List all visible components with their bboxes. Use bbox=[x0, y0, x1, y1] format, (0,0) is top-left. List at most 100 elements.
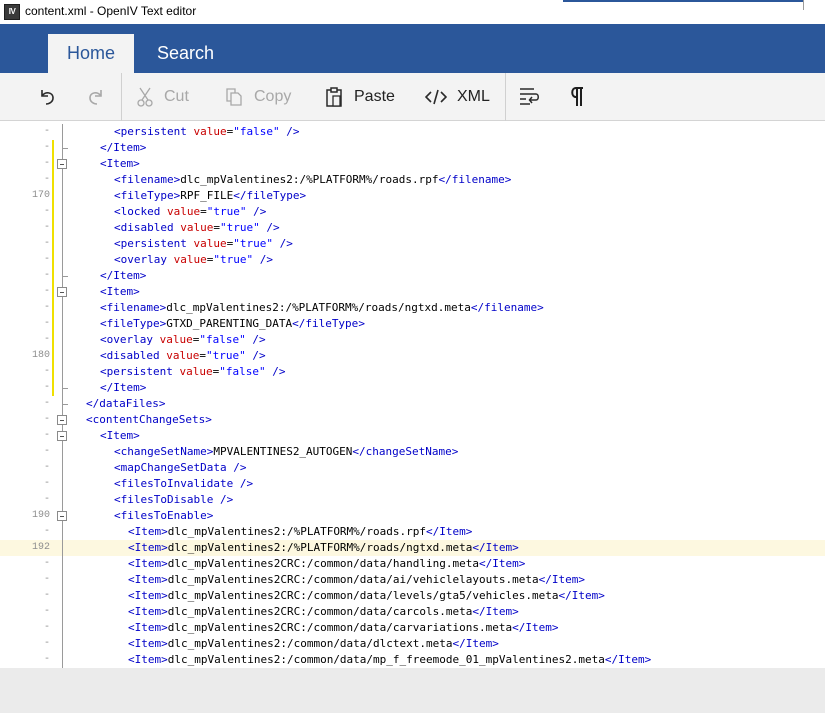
collapse-toggle[interactable] bbox=[57, 287, 67, 297]
editor-line[interactable]: - <changeSetName>MPVALENTINES2_AUTOGEN</c… bbox=[0, 444, 825, 460]
fold-guide-line bbox=[62, 172, 63, 188]
line-number: - bbox=[43, 478, 50, 489]
code-text: <filesToDisable /> bbox=[114, 493, 234, 506]
code-text: <filesToInvalidate /> bbox=[114, 477, 254, 490]
editor-line[interactable]: 190 <filesToEnable> bbox=[0, 508, 825, 524]
code-text: <persistent value="false" /> bbox=[100, 365, 286, 378]
cut-button[interactable]: Cut bbox=[136, 73, 189, 121]
show-formatting-button[interactable] bbox=[569, 73, 585, 121]
fold-guide-line bbox=[62, 316, 63, 332]
line-number: 170 bbox=[31, 190, 50, 201]
editor-line[interactable]: - <contentChangeSets> bbox=[0, 412, 825, 428]
line-number: - bbox=[43, 238, 50, 249]
fold-guide-line bbox=[62, 188, 63, 204]
editor-line[interactable]: - <Item>dlc_mpValentines2:/common/data/dl… bbox=[0, 636, 825, 652]
change-marker bbox=[52, 204, 54, 220]
line-number: - bbox=[43, 526, 50, 537]
editor-line[interactable]: - <Item>dlc_mpValentines2:/common/data/mp… bbox=[0, 652, 825, 668]
collapse-toggle[interactable] bbox=[57, 415, 67, 425]
change-marker bbox=[52, 156, 54, 172]
editor-line[interactable]: - <overlay value="false" /> bbox=[0, 332, 825, 348]
editor-line[interactable]: - <filename>dlc_mpValentines2:/%PLATFORM%… bbox=[0, 300, 825, 316]
editor-line[interactable]: - <Item>dlc_mpValentines2CRC:/common/data… bbox=[0, 620, 825, 636]
pilcrow-icon bbox=[569, 86, 585, 108]
status-bar bbox=[0, 668, 825, 713]
fold-guide-line bbox=[62, 588, 63, 604]
line-number: - bbox=[43, 142, 50, 153]
collapse-toggle[interactable] bbox=[57, 511, 67, 521]
line-number: - bbox=[43, 318, 50, 329]
editor-line[interactable]: - <filename>dlc_mpValentines2:/%PLATFORM%… bbox=[0, 172, 825, 188]
fold-guide-line bbox=[62, 444, 63, 460]
editor-line[interactable]: 170 <fileType>RPF_FILE</fileType> bbox=[0, 188, 825, 204]
editor-line[interactable]: - <persistent value="false" /> bbox=[0, 364, 825, 380]
editor-line[interactable]: - <disabled value="true" /> bbox=[0, 220, 825, 236]
code-text: <Item> bbox=[100, 285, 140, 298]
code-text: <persistent value="true" /> bbox=[114, 237, 293, 250]
editor-line[interactable]: 180 <disabled value="true" /> bbox=[0, 348, 825, 364]
code-text: <Item> bbox=[100, 429, 140, 442]
code-text: <changeSetName>MPVALENTINES2_AUTOGEN</ch… bbox=[114, 445, 459, 458]
code-text: <Item>dlc_mpValentines2:/%PLATFORM%/road… bbox=[128, 541, 519, 554]
xml-editor[interactable]: - <persistent value="false" /> - </Item> - <I… bbox=[0, 122, 825, 668]
fold-guide-line bbox=[62, 636, 63, 652]
openiv-app-icon: IV bbox=[4, 4, 20, 20]
editor-line[interactable]: - <Item>dlc_mpValentines2CRC:/common/data… bbox=[0, 588, 825, 604]
fold-guide-line bbox=[62, 524, 63, 540]
line-number: - bbox=[43, 222, 50, 233]
line-number: - bbox=[43, 622, 50, 633]
toolbar-separator bbox=[121, 73, 122, 121]
line-number: - bbox=[43, 494, 50, 505]
collapse-toggle[interactable] bbox=[57, 431, 67, 441]
redo-button[interactable] bbox=[86, 73, 106, 121]
fold-guide-line bbox=[62, 204, 63, 220]
editor-line[interactable]: - <mapChangeSetData /> bbox=[0, 460, 825, 476]
editor-line[interactable]: - <filesToInvalidate /> bbox=[0, 476, 825, 492]
line-number: - bbox=[43, 334, 50, 345]
change-marker bbox=[52, 236, 54, 252]
titlebar-accent-strip bbox=[563, 0, 803, 2]
code-text: <locked value="true" /> bbox=[114, 205, 267, 218]
editor-line[interactable]: - <fileType>GTXD_PARENTING_DATA</fileType… bbox=[0, 316, 825, 332]
editor-line[interactable]: 192 <Item>dlc_mpValentines2:/%PLATFORM%/r… bbox=[0, 540, 825, 556]
editor-line[interactable]: - <Item>dlc_mpValentines2:/%PLATFORM%/roa… bbox=[0, 524, 825, 540]
editor-line[interactable]: - </Item> bbox=[0, 380, 825, 396]
code-text: <disabled value="true" /> bbox=[100, 349, 266, 362]
fold-guide-line bbox=[62, 252, 63, 268]
paste-button[interactable]: Paste bbox=[324, 73, 395, 121]
editor-line[interactable]: - <persistent value="true" /> bbox=[0, 236, 825, 252]
fold-guide-line bbox=[62, 220, 63, 236]
code-text: <Item>dlc_mpValentines2CRC:/common/data/… bbox=[128, 557, 526, 570]
editor-line[interactable]: - <persistent value="false" /> bbox=[0, 124, 825, 140]
line-number: - bbox=[43, 558, 50, 569]
line-number: - bbox=[43, 206, 50, 217]
line-number: - bbox=[43, 638, 50, 649]
line-number: - bbox=[43, 382, 50, 393]
code-text: <overlay value="false" /> bbox=[100, 333, 266, 346]
editor-line[interactable]: - <Item> bbox=[0, 284, 825, 300]
line-number: - bbox=[43, 398, 50, 409]
editor-line[interactable]: - <Item> bbox=[0, 428, 825, 444]
editor-line[interactable]: - <locked value="true" /> bbox=[0, 204, 825, 220]
editor-line[interactable]: - </Item> bbox=[0, 140, 825, 156]
editor-line[interactable]: - </dataFiles> bbox=[0, 396, 825, 412]
editor-line[interactable]: - <Item>dlc_mpValentines2CRC:/common/data… bbox=[0, 604, 825, 620]
code-text: <Item>dlc_mpValentines2:/common/data/dlc… bbox=[128, 637, 499, 650]
tab-home[interactable]: Home bbox=[48, 34, 135, 73]
undo-button[interactable] bbox=[37, 73, 57, 121]
xml-button[interactable]: XML bbox=[425, 73, 490, 121]
editor-line[interactable]: - <Item>dlc_mpValentines2CRC:/common/data… bbox=[0, 556, 825, 572]
collapse-toggle[interactable] bbox=[57, 159, 67, 169]
editor-line[interactable]: - <filesToDisable /> bbox=[0, 492, 825, 508]
editor-line[interactable]: - </Item> bbox=[0, 268, 825, 284]
tab-search[interactable]: Search bbox=[138, 34, 233, 73]
line-number: - bbox=[43, 270, 50, 281]
line-number: - bbox=[43, 590, 50, 601]
editor-line[interactable]: - <Item>dlc_mpValentines2CRC:/common/data… bbox=[0, 572, 825, 588]
line-number: - bbox=[43, 286, 50, 297]
editor-line[interactable]: - <Item> bbox=[0, 156, 825, 172]
editor-line[interactable]: - <overlay value="true" /> bbox=[0, 252, 825, 268]
word-wrap-button[interactable] bbox=[518, 73, 540, 121]
copy-button[interactable]: Copy bbox=[224, 73, 291, 121]
toolbar-separator bbox=[505, 73, 506, 121]
